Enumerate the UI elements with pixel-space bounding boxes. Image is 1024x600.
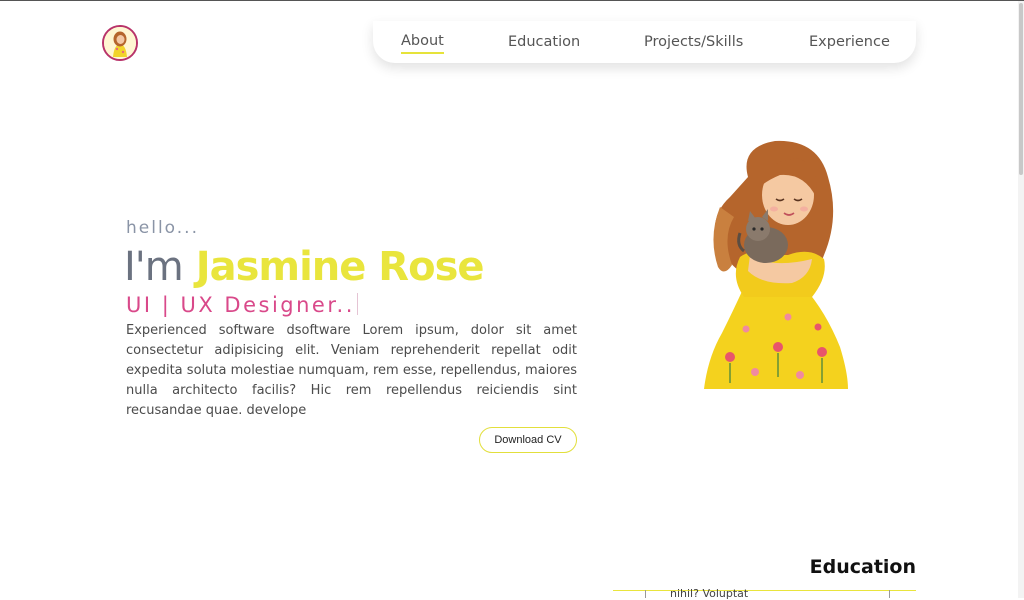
hero-role: UI | UX Designer.. bbox=[126, 293, 358, 317]
hero-headline: I'm Jasmine Rose bbox=[124, 243, 485, 291]
nav-item-projects-skills[interactable]: Projects/Skills bbox=[644, 34, 743, 50]
nav-item-education[interactable]: Education bbox=[508, 34, 580, 50]
page-scrollbar[interactable] bbox=[1018, 1, 1024, 598]
typing-caret bbox=[356, 293, 358, 315]
avatar-logo-icon bbox=[104, 27, 136, 59]
education-timeline-line bbox=[613, 590, 916, 591]
education-section-title: Education bbox=[809, 556, 916, 578]
scrollbar-thumb[interactable] bbox=[1019, 3, 1023, 175]
hero-bio: Experienced software dsoftware Lorem ips… bbox=[126, 323, 577, 418]
hero-role-text: UI | UX Designer.. bbox=[126, 293, 355, 317]
hero-intro-prefix: I'm bbox=[124, 244, 184, 290]
education-card-text: nihil? Voluptat bbox=[670, 587, 749, 600]
logo-avatar[interactable] bbox=[102, 25, 138, 61]
main-navbar: About Education Projects/Skills Experien… bbox=[373, 21, 916, 63]
hero-greeting: hello... bbox=[126, 218, 199, 238]
hero-name: Jasmine Rose bbox=[195, 244, 485, 290]
download-cv-button[interactable]: Download CV bbox=[479, 427, 577, 453]
hero-illustration bbox=[700, 137, 852, 391]
girl-with-cat-illustration bbox=[704, 140, 848, 389]
nav-item-about[interactable]: About bbox=[401, 33, 444, 54]
nav-item-experience[interactable]: Experience bbox=[809, 34, 890, 50]
